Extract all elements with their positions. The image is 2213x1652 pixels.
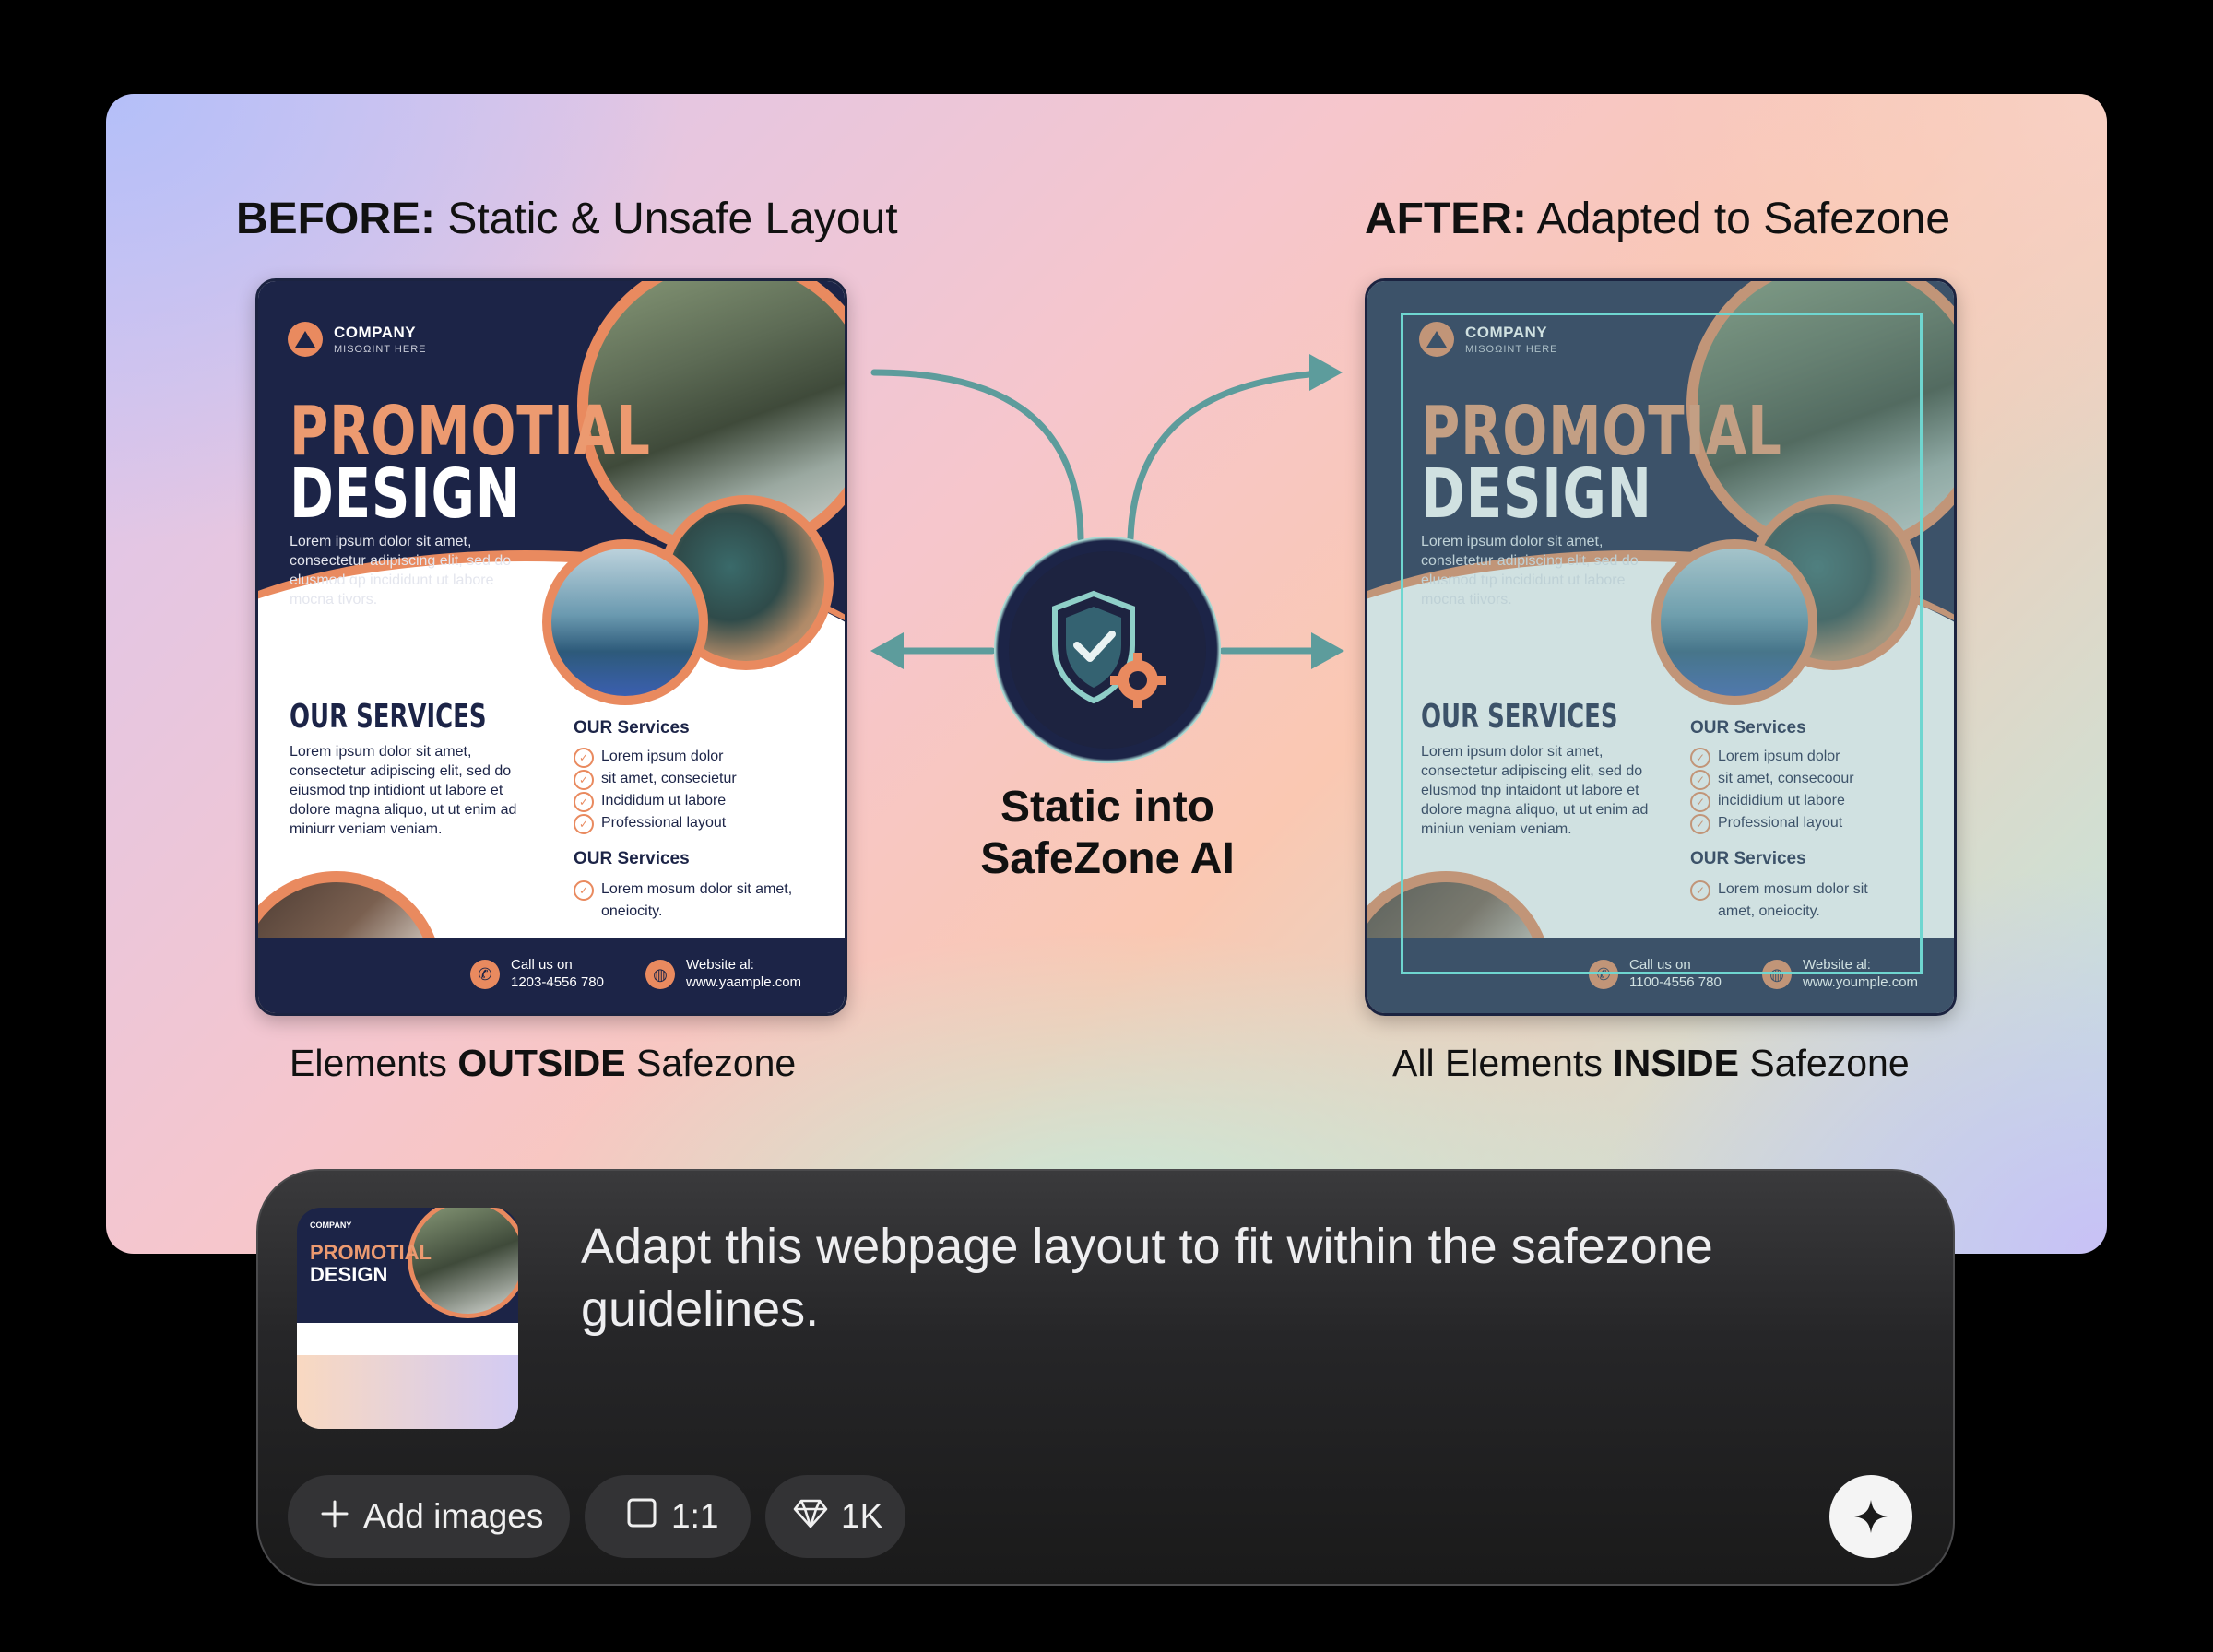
prompt-input[interactable]: Adapt this webpage layout to fit within … — [581, 1215, 1826, 1340]
square-icon — [625, 1477, 658, 1560]
attached-image-thumbnail[interactable]: COMPANY PROMOTIAL DESIGN — [297, 1208, 518, 1429]
arrow-curve-right — [1127, 371, 1313, 542]
prompt-panel: COMPANY PROMOTIAL DESIGN Adapt this webp… — [256, 1169, 1955, 1586]
sparkle-icon — [1854, 1500, 1888, 1533]
aspect-ratio-button[interactable]: 1:1 — [585, 1475, 751, 1558]
thumbnail-company: COMPANY — [310, 1221, 352, 1230]
shield-gear-icon — [1052, 590, 1166, 708]
center-title: Static into SafeZone AI — [980, 783, 1235, 883]
add-images-button[interactable]: Add images — [288, 1475, 570, 1558]
arrow-curve-left — [870, 369, 1084, 542]
thumbnail-title-line1: PROMOTIAL — [310, 1241, 432, 1264]
credits-button[interactable]: 1K — [765, 1475, 905, 1558]
plus-icon — [319, 1477, 350, 1560]
arrowhead-top — [1309, 354, 1343, 391]
diamond-icon — [793, 1477, 828, 1560]
arrowhead-right — [1311, 632, 1344, 669]
safezone-ai-badge — [994, 537, 1221, 763]
generate-button[interactable] — [1829, 1475, 1912, 1558]
arrowhead-left — [870, 632, 904, 669]
thumbnail-title-line2: DESIGN — [310, 1263, 388, 1286]
